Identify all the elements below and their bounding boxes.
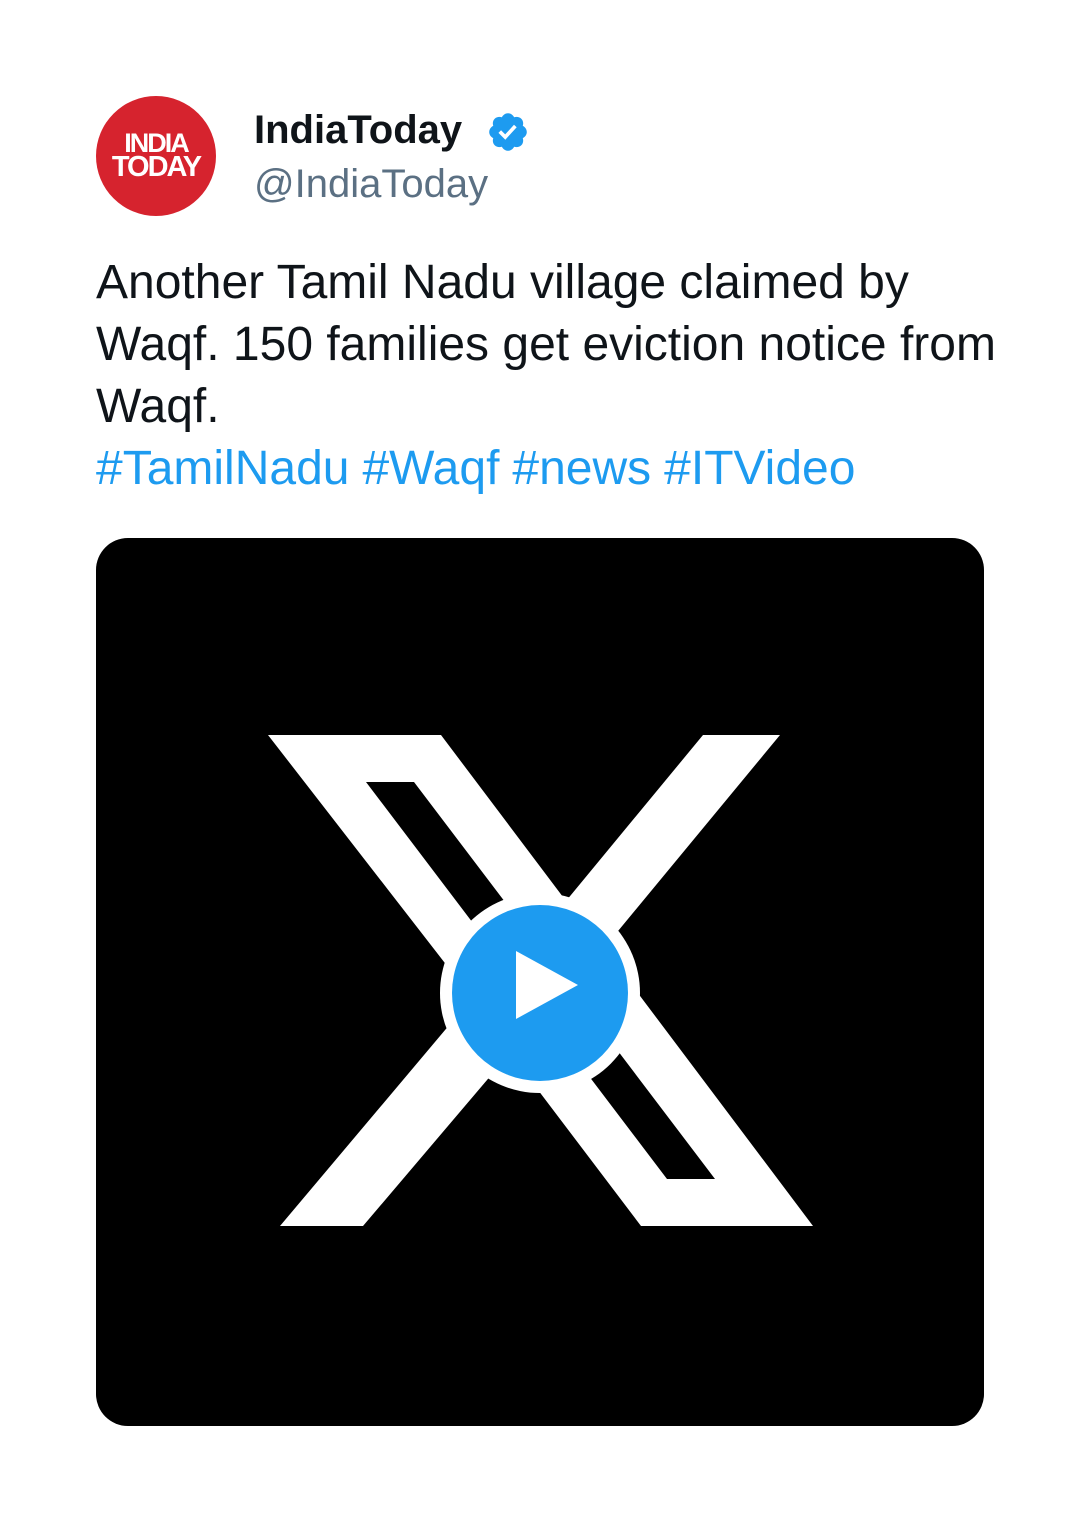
hashtag-link[interactable]: #news bbox=[512, 442, 651, 495]
hashtag-list: #TamilNadu #Waqf #news #ITVideo bbox=[96, 438, 868, 500]
avatar[interactable]: INDIA TODAY bbox=[96, 96, 216, 216]
play-icon bbox=[516, 951, 578, 1019]
user-handle[interactable]: @IndiaToday bbox=[254, 162, 488, 206]
play-button[interactable] bbox=[440, 893, 640, 1093]
tweet-text: Another Tamil Nadu village claimed by Wa… bbox=[96, 252, 996, 438]
verified-badge-icon bbox=[489, 113, 527, 151]
hashtag-link[interactable]: #TamilNadu bbox=[96, 442, 349, 495]
display-name[interactable]: IndiaToday bbox=[254, 108, 462, 152]
tweet-body: Another Tamil Nadu village claimed by Wa… bbox=[96, 256, 996, 433]
avatar-logo-line2: TODAY bbox=[111, 151, 202, 183]
hashtag-link[interactable]: #ITVideo bbox=[664, 442, 855, 495]
hashtag-link[interactable]: #Waqf bbox=[362, 442, 499, 495]
